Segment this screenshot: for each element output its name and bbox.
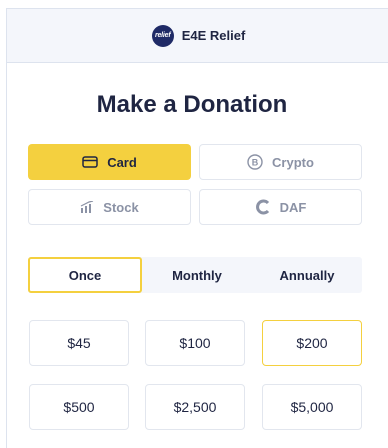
amount-option[interactable]: $100	[145, 320, 245, 366]
card-icon	[82, 156, 98, 168]
payment-method-crypto[interactable]: B Crypto	[199, 144, 362, 180]
donation-widget: relief E4E Relief	[6, 8, 388, 448]
bitcoin-icon: B	[247, 154, 263, 170]
amount-option[interactable]: $2,500	[145, 384, 245, 430]
page-title: Make a Donation	[96, 91, 288, 118]
payment-method-stock[interactable]: Stock	[28, 189, 191, 225]
frequency-annually[interactable]: Annually	[252, 257, 362, 293]
svg-text:B: B	[252, 158, 259, 168]
top-strip	[0, 0, 388, 8]
frequency-toggle: Once Monthly Annually	[28, 257, 362, 293]
amount-option[interactable]: $500	[29, 384, 129, 430]
widget-header: relief E4E Relief	[7, 9, 388, 63]
payment-method-card[interactable]: Card	[28, 144, 191, 180]
frequency-monthly[interactable]: Monthly	[142, 257, 252, 293]
payment-method-label: Crypto	[272, 154, 314, 170]
payment-method-label: Card	[107, 154, 137, 170]
amount-option[interactable]: $45	[29, 320, 129, 366]
payment-method-daf[interactable]: DAF	[199, 189, 362, 225]
org-logo-icon: relief	[151, 24, 174, 47]
daf-logo-icon	[255, 199, 271, 215]
amount-option-selected[interactable]: $200	[262, 320, 362, 366]
payment-method-label: DAF	[279, 199, 307, 215]
amount-option[interactable]: $5,000	[262, 384, 362, 430]
org-name: E4E Relief	[181, 28, 246, 43]
payment-method-label: Stock	[103, 199, 139, 215]
stock-chart-icon	[80, 201, 94, 213]
frequency-once[interactable]: Once	[28, 257, 142, 293]
